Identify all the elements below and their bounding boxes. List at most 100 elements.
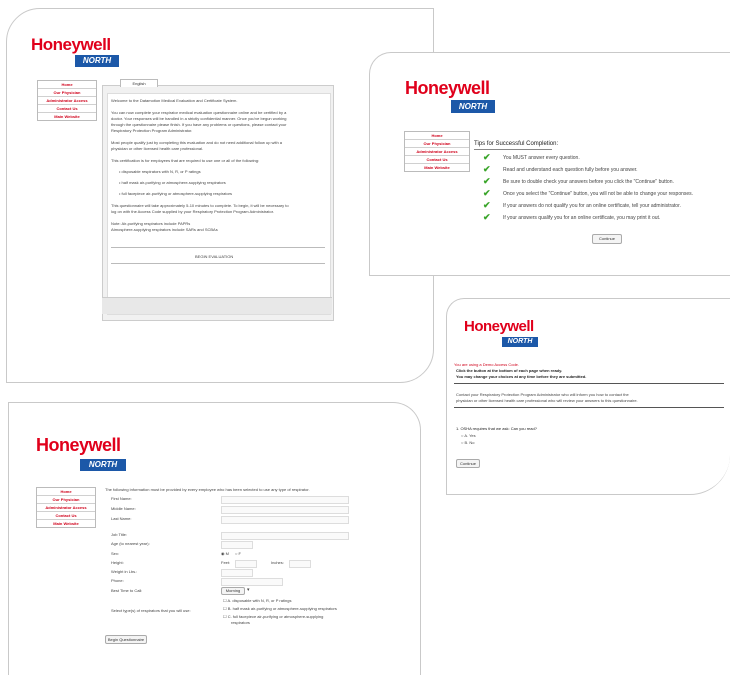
- check-icon: ✔: [483, 212, 491, 222]
- instruction-line: You may change your choices at any time …: [456, 374, 587, 379]
- resp-checkbox-b[interactable]: ☐ B. half mask air-purifying or atmosphe…: [223, 606, 337, 611]
- tip-item: Read and understand each question fully …: [503, 167, 638, 173]
- para-line: log on with the Access Code supplied by …: [111, 209, 274, 214]
- option-label: B. half mask air-purifying or atmosphere…: [227, 606, 337, 611]
- middle-name-input[interactable]: [221, 506, 349, 514]
- screen-tips: Honeywell NORTH Home Our Physician Admin…: [369, 52, 730, 276]
- field-label: Best Time to Call:: [111, 588, 143, 593]
- feet-select[interactable]: [235, 560, 257, 568]
- nav-contact[interactable]: Contact Us: [37, 512, 95, 520]
- option-label: F: [238, 551, 241, 556]
- continue-button[interactable]: Continue: [456, 459, 480, 468]
- para-line: Atmosphere-supplying respirators include…: [111, 227, 218, 232]
- continue-button[interactable]: Continue: [592, 234, 622, 244]
- language-tab[interactable]: English: [120, 79, 158, 87]
- nav-home[interactable]: Home: [37, 488, 95, 496]
- field-label: Weight in Lbs.:: [111, 569, 138, 574]
- north-badge: NORTH: [502, 337, 538, 347]
- check-icon: ✔: [483, 188, 491, 198]
- radio-option-no[interactable]: ○ B. No: [461, 440, 475, 445]
- option-label: A. Yes: [464, 433, 476, 438]
- nav-website[interactable]: Main Website: [38, 113, 96, 120]
- contact-para: Contact your Respiratory Protection Prog…: [456, 392, 629, 397]
- nav-home[interactable]: Home: [405, 132, 469, 140]
- field-label: Age (to nearest year):: [111, 541, 150, 546]
- resp-checkbox-a[interactable]: ☐ A. disposable with N, R, or P ratings: [223, 598, 291, 603]
- best-time-select[interactable]: Morning: [221, 587, 245, 595]
- screen-employee-info: Honeywell NORTH Home Our Physician Admin…: [8, 402, 421, 675]
- nav-contact[interactable]: Contact Us: [405, 156, 469, 164]
- para-line: physician or other licensed health care …: [111, 146, 204, 151]
- nav-physician[interactable]: Our Physician: [38, 89, 96, 97]
- para-line: This certification is for employees that…: [111, 158, 260, 163]
- brand-name: Honeywell: [405, 78, 490, 98]
- bullet-line: • half mask air-purifying or atmosphere-…: [119, 180, 226, 185]
- nav-admin[interactable]: Administrator Access: [38, 97, 96, 105]
- divider: [454, 383, 724, 384]
- age-input[interactable]: [221, 541, 253, 549]
- field-label: Middle Name:: [111, 506, 136, 511]
- phone-input[interactable]: [221, 578, 283, 586]
- para-line: Most people qualify just by completing t…: [111, 140, 282, 145]
- north-badge: NORTH: [80, 459, 126, 471]
- first-name-input[interactable]: [221, 496, 349, 504]
- sidebar-nav: Home Our Physician Administrator Access …: [404, 131, 470, 172]
- divider: [111, 263, 325, 264]
- option-label: M: [225, 551, 229, 556]
- para-line: Note: Air-purifying respirators include …: [111, 221, 191, 226]
- nav-physician[interactable]: Our Physician: [37, 496, 95, 504]
- radio-option-yes[interactable]: ○ A. Yes: [461, 433, 476, 438]
- screen-question: Honeywell NORTH You are using a Demo Acc…: [446, 298, 730, 495]
- nav-website[interactable]: Main Website: [37, 520, 95, 527]
- demo-notice: You are using a Demo Access Code.: [454, 362, 520, 367]
- welcome-line: Welcome to the Datamotion Medical Evalua…: [111, 98, 238, 103]
- inches-label: Inches:: [271, 560, 284, 565]
- field-label: Height:: [111, 560, 124, 565]
- field-label: Phone:: [111, 578, 124, 583]
- tip-item: You MUST answer every question.: [503, 155, 580, 161]
- brand-name: Honeywell: [31, 35, 111, 54]
- sex-radio-m[interactable]: ◉ M: [221, 551, 229, 556]
- nav-home[interactable]: Home: [38, 81, 96, 89]
- nav-contact[interactable]: Contact Us: [38, 105, 96, 113]
- dropdown-icon: ▾: [247, 587, 250, 593]
- begin-evaluation-button[interactable]: BEGIN EVALUATION: [195, 254, 233, 259]
- field-label: First Name:: [111, 496, 132, 501]
- bullet-line: • disposable respirators with N, R, or P…: [119, 169, 201, 174]
- sidebar-nav: Home Our Physician Administrator Access …: [36, 487, 96, 528]
- honeywell-logo: Honeywell NORTH: [464, 318, 538, 347]
- tip-item: Once you select the "Continue" button, y…: [503, 191, 694, 197]
- check-icon: ✔: [483, 200, 491, 210]
- tip-item: If your answers qualify you for an onlin…: [503, 215, 661, 221]
- brand-name: Honeywell: [36, 435, 121, 455]
- job-title-input[interactable]: [221, 532, 349, 540]
- para-line: doctor. Your responses will be handled i…: [111, 116, 287, 121]
- intro-text: The following information must be provid…: [105, 487, 310, 492]
- brand-name: Honeywell: [464, 318, 534, 335]
- sex-radio-f[interactable]: ○ F: [235, 551, 241, 556]
- tips-title: Tips for Successful Completion:: [474, 141, 559, 147]
- para-line: You can now complete your respirator med…: [111, 110, 287, 115]
- check-icon: ✔: [483, 164, 491, 174]
- nav-admin[interactable]: Administrator Access: [37, 504, 95, 512]
- tip-item: Be sure to double check your answers bef…: [503, 179, 674, 185]
- weight-input[interactable]: [221, 569, 253, 577]
- inches-select[interactable]: [289, 560, 311, 568]
- field-label: Last Name:: [111, 516, 132, 521]
- sidebar-nav: Home Our Physician Administrator Access …: [37, 80, 97, 121]
- tip-item: If your answers do not qualify you for a…: [503, 203, 681, 209]
- honeywell-logo: Honeywell NORTH: [36, 435, 126, 471]
- field-label: Sex:: [111, 551, 120, 556]
- nav-physician[interactable]: Our Physician: [405, 140, 469, 148]
- check-icon: ✔: [483, 152, 491, 162]
- resp-checkbox-c[interactable]: ☐ C. full facepiece air-purifying or atm…: [223, 614, 323, 619]
- option-label: C. full facepiece air-purifying or atmos…: [227, 614, 324, 619]
- panel-footer: [102, 297, 332, 314]
- last-name-input[interactable]: [221, 516, 349, 524]
- nav-website[interactable]: Main Website: [405, 164, 469, 171]
- nav-admin[interactable]: Administrator Access: [405, 148, 469, 156]
- question-text: 1. OSHA requires that we ask: Can you re…: [456, 426, 537, 431]
- begin-questionnaire-button[interactable]: Begin Questionnaire: [105, 635, 147, 644]
- contact-para: physician or other licensed health care …: [456, 398, 638, 403]
- para-line: Respiratory Protection Program Administr…: [111, 128, 193, 133]
